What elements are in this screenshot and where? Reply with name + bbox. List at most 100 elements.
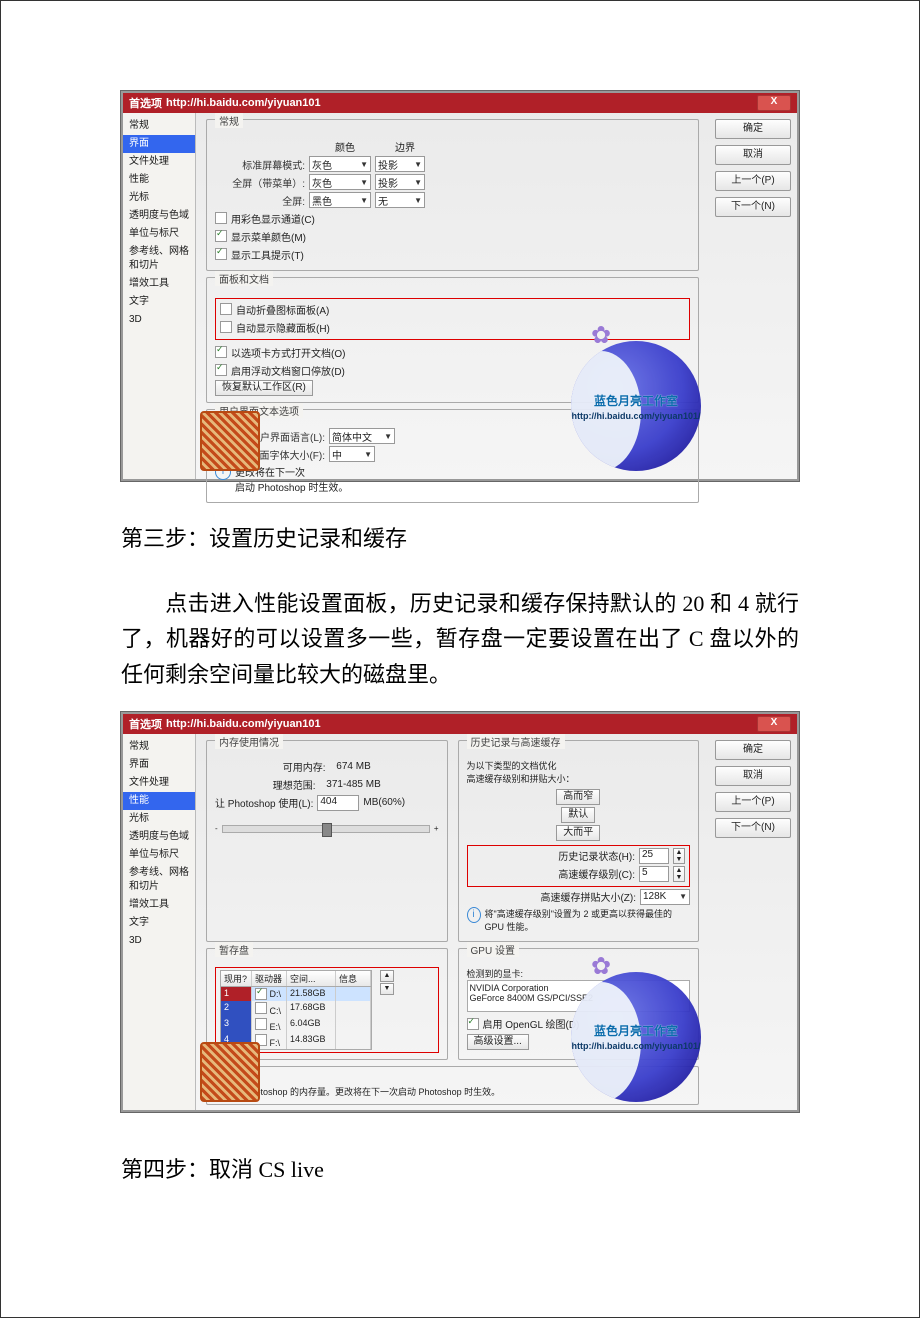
sidebar-item-interface[interactable]: 界面 bbox=[123, 135, 195, 153]
hist-states-label: 历史记录状态(H): bbox=[558, 848, 635, 863]
step4-heading: 第四步：取消 CS live bbox=[121, 1152, 799, 1187]
hist-states-spinner[interactable]: ▲▼ bbox=[673, 848, 685, 864]
table-row[interactable]: 2 C:\17.68GB bbox=[221, 1001, 371, 1017]
close-button[interactable]: X bbox=[757, 95, 791, 111]
ui-lang-select[interactable]: 简体中文▼ bbox=[329, 428, 395, 444]
cache-levels-spinner[interactable]: ▲▼ bbox=[673, 866, 685, 882]
restore-defaults-button[interactable]: 恢复默认工作区(R) bbox=[215, 380, 313, 396]
cb-opengl[interactable] bbox=[467, 1018, 479, 1030]
sidebar-item-filehandling[interactable]: 文件处理 bbox=[123, 153, 195, 171]
sidebar-item-general[interactable]: 常规 bbox=[123, 738, 195, 756]
cb-autocollapse[interactable] bbox=[220, 303, 232, 315]
action-buttons: 确定 取消 上一个(P) 下一个(N) bbox=[709, 734, 797, 1110]
std-screen-label: 标准屏幕模式: bbox=[215, 157, 305, 172]
group-gpu-legend: GPU 设置 bbox=[467, 942, 519, 957]
sidebar-item-type[interactable]: 文字 bbox=[123, 914, 195, 932]
col-info: 信息 bbox=[336, 971, 371, 986]
cb-autoshow[interactable] bbox=[220, 321, 232, 333]
ok-button[interactable]: 确定 bbox=[715, 119, 791, 139]
cb-floating-label: 启用浮动文档窗口停放(D) bbox=[231, 363, 345, 378]
sidebar-item-performance[interactable]: 性能 bbox=[123, 792, 195, 810]
sidebar-item-cursors[interactable]: 光标 bbox=[123, 189, 195, 207]
sidebar-item-performance[interactable]: 性能 bbox=[123, 171, 195, 189]
sidebar-item-3d[interactable]: 3D bbox=[123, 311, 195, 329]
sidebar-item-general[interactable]: 常规 bbox=[123, 117, 195, 135]
group-history: 历史记录与高速缓存 为以下类型的文档优化 高速缓存级别和拼贴大小： 高而窄 默认… bbox=[458, 740, 700, 942]
ui-font-select[interactable]: 中▼ bbox=[329, 446, 375, 462]
sidebar-item-transparency[interactable]: 透明度与色域 bbox=[123, 207, 195, 225]
document-page: 首选项 http://hi.baidu.com/yiyuan101 X 常规 界… bbox=[0, 0, 920, 1318]
mem-slider[interactable] bbox=[222, 825, 430, 833]
center-panel: 常规 颜色 边界 标准屏幕模式: 灰色▼ 投影▼ 全屏（带菜单）: 灰色▼ 投影… bbox=[196, 113, 709, 479]
sidebar-item-guides[interactable]: 参考线、网格和切片 bbox=[123, 864, 195, 896]
table-row[interactable]: 3 E:\6.04GB bbox=[221, 1017, 371, 1033]
cache-tip: 将"高速缓存级别"设置为 2 或更高以获得最佳的 GPU 性能。 bbox=[485, 907, 690, 933]
preset-default-button[interactable]: 默认 bbox=[561, 807, 595, 823]
watermark-text: 蓝色月亮工作室 bbox=[594, 1022, 678, 1039]
sidebar-item-units[interactable]: 单位与标尺 bbox=[123, 846, 195, 864]
cancel-button[interactable]: 取消 bbox=[715, 766, 791, 786]
title-url: http://hi.baidu.com/yiyuan101 bbox=[166, 718, 321, 730]
col-space: 空间... bbox=[287, 971, 336, 986]
cb-tabbed[interactable] bbox=[215, 346, 227, 358]
cancel-button[interactable]: 取消 bbox=[715, 145, 791, 165]
sidebar-item-transparency[interactable]: 透明度与色域 bbox=[123, 828, 195, 846]
std-screen-color[interactable]: 灰色▼ bbox=[309, 156, 371, 172]
sidebar-item-units[interactable]: 单位与标尺 bbox=[123, 225, 195, 243]
preset-tall-button[interactable]: 高而窄 bbox=[556, 789, 600, 805]
close-button[interactable]: X bbox=[757, 716, 791, 732]
preset-big-button[interactable]: 大而平 bbox=[556, 825, 600, 841]
cache-levels-input[interactable]: 5 bbox=[639, 866, 669, 882]
cb-menu-colors[interactable] bbox=[215, 230, 227, 242]
watermark-url: http://hi.baidu.com/yiyuan101/ bbox=[571, 411, 700, 421]
info-icon: i bbox=[467, 907, 481, 923]
sidebar-item-cursors[interactable]: 光标 bbox=[123, 810, 195, 828]
full-color[interactable]: 黑色▼ bbox=[309, 192, 371, 208]
gpu-advanced-button[interactable]: 高级设置... bbox=[467, 1034, 529, 1050]
next-button[interactable]: 下一个(N) bbox=[715, 197, 791, 217]
ideal-val: 371-485 MB bbox=[326, 779, 380, 790]
cache-levels-label: 高速缓存级别(C): bbox=[558, 866, 635, 881]
cb-tabbed-label: 以选项卡方式打开文档(O) bbox=[231, 345, 345, 360]
cb-drive-c[interactable] bbox=[255, 1002, 267, 1014]
mem-input[interactable]: 404 bbox=[317, 795, 359, 811]
col-active: 现用? bbox=[221, 971, 252, 986]
table-row[interactable]: 1 D:\21.58GB bbox=[221, 987, 371, 1001]
sidebar-item-guides[interactable]: 参考线、网格和切片 bbox=[123, 243, 195, 275]
sidebar-item-filehandling[interactable]: 文件处理 bbox=[123, 774, 195, 792]
preferences-dialog-performance: 首选项 http://hi.baidu.com/yiyuan101 X 常规 界… bbox=[121, 712, 799, 1112]
move-up-button[interactable]: ▲ bbox=[380, 970, 394, 982]
move-down-button[interactable]: ▼ bbox=[380, 983, 394, 995]
fullmenu-color[interactable]: 灰色▼ bbox=[309, 174, 371, 190]
sidebar-item-interface[interactable]: 界面 bbox=[123, 756, 195, 774]
cb-drive-e[interactable] bbox=[255, 1018, 267, 1030]
sidebar-item-type[interactable]: 文字 bbox=[123, 293, 195, 311]
titlebar: 首选项 http://hi.baidu.com/yiyuan101 X bbox=[123, 714, 797, 734]
prev-button[interactable]: 上一个(P) bbox=[715, 792, 791, 812]
group-panels-legend: 面板和文档 bbox=[215, 271, 273, 286]
cache-tile-select[interactable]: 128K▼ bbox=[640, 889, 690, 905]
cb-drive-d[interactable] bbox=[255, 988, 267, 1000]
step3-body: 点击进入性能设置面板，历史记录和缓存保持默认的 20 和 4 就行了，机器好的可… bbox=[121, 586, 799, 692]
group-scratch-legend: 暂存盘 bbox=[215, 942, 253, 957]
hist-states-input[interactable]: 25 bbox=[639, 848, 669, 864]
sidebar-item-3d[interactable]: 3D bbox=[123, 932, 195, 950]
sidebar-item-plugins[interactable]: 增效工具 bbox=[123, 275, 195, 293]
std-screen-border[interactable]: 投影▼ bbox=[375, 156, 425, 172]
fullmenu-border[interactable]: 投影▼ bbox=[375, 174, 425, 190]
cb-tooltips[interactable] bbox=[215, 248, 227, 260]
full-border[interactable]: 无▼ bbox=[375, 192, 425, 208]
prev-button[interactable]: 上一个(P) bbox=[715, 171, 791, 191]
step3-heading: 第三步：设置历史记录和缓存 bbox=[121, 521, 799, 556]
group-general-legend: 常规 bbox=[215, 113, 243, 128]
cb-color-channels[interactable] bbox=[215, 212, 227, 224]
cb-floating[interactable] bbox=[215, 364, 227, 376]
scratch-disk-table[interactable]: 现用? 驱动器 空间... 信息 1 D:\21.58GB 2 C:\17.68… bbox=[220, 970, 372, 1050]
next-button[interactable]: 下一个(N) bbox=[715, 818, 791, 838]
ideal-label: 理想范围: bbox=[273, 777, 316, 792]
ok-button[interactable]: 确定 bbox=[715, 740, 791, 760]
sidebar-item-plugins[interactable]: 增效工具 bbox=[123, 896, 195, 914]
col-border: 边界 bbox=[395, 139, 415, 154]
action-buttons: 确定 取消 上一个(P) 下一个(N) bbox=[709, 113, 797, 479]
category-sidebar: 常规 界面 文件处理 性能 光标 透明度与色域 单位与标尺 参考线、网格和切片 … bbox=[123, 113, 196, 479]
